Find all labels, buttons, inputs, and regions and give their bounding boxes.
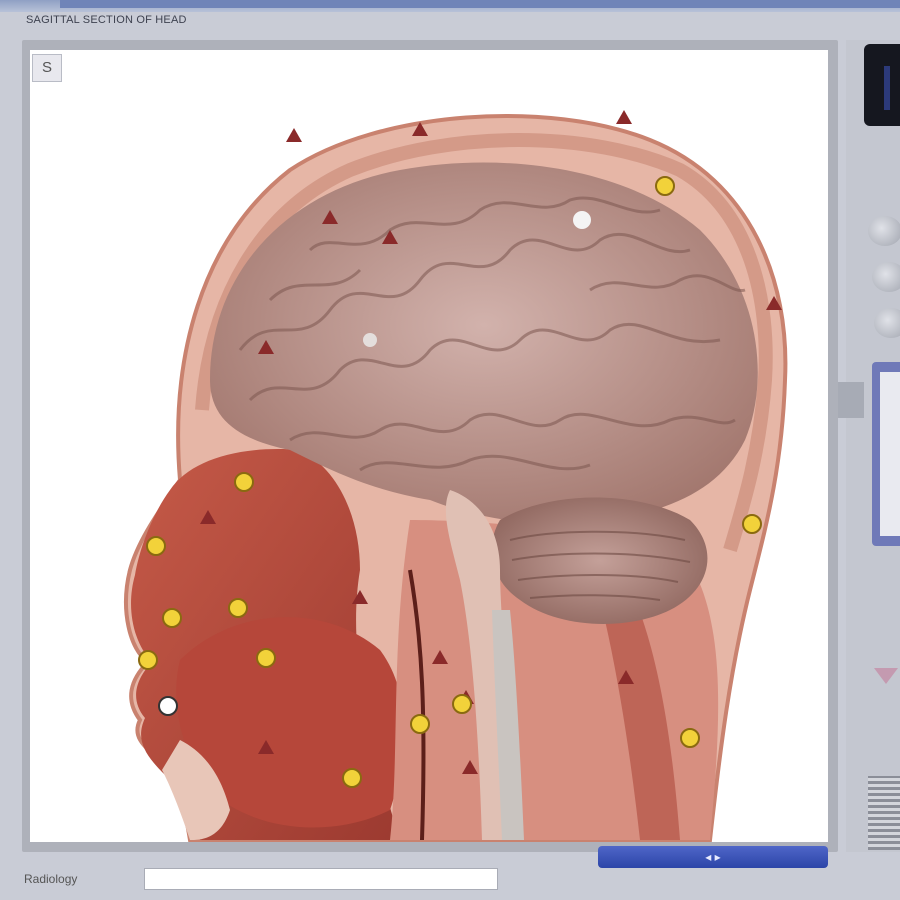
round-control-button[interactable] xyxy=(874,308,900,338)
preview-monitor-accent xyxy=(884,66,890,110)
triangle-icon[interactable] xyxy=(874,668,898,684)
yellow-marker[interactable] xyxy=(228,598,248,618)
window-title: SAGITTAL SECTION OF HEAD xyxy=(26,14,187,26)
grid-icon[interactable] xyxy=(868,776,900,850)
navigation-button[interactable]: ◂ ▸ xyxy=(598,846,828,868)
triangle-marker[interactable] xyxy=(616,110,632,124)
status-text-field[interactable] xyxy=(144,868,498,890)
round-control-button[interactable] xyxy=(872,262,900,292)
title-bar-band xyxy=(60,0,900,8)
yellow-marker[interactable] xyxy=(234,472,254,492)
yellow-marker[interactable] xyxy=(256,648,276,668)
white-marker[interactable] xyxy=(158,696,178,716)
yellow-marker[interactable] xyxy=(146,536,166,556)
yellow-marker[interactable] xyxy=(410,714,430,734)
white-marker[interactable] xyxy=(573,211,591,229)
round-control-button[interactable] xyxy=(868,216,900,246)
yellow-marker[interactable] xyxy=(680,728,700,748)
side-panel-list[interactable] xyxy=(880,372,900,536)
title-bar xyxy=(0,0,900,12)
yellow-marker[interactable] xyxy=(452,694,472,714)
preview-monitor xyxy=(864,44,900,126)
yellow-marker[interactable] xyxy=(742,514,762,534)
white-marker[interactable] xyxy=(363,333,377,347)
triangle-marker[interactable] xyxy=(286,128,302,142)
view-toggle-button[interactable]: S xyxy=(32,54,62,82)
yellow-marker[interactable] xyxy=(138,650,158,670)
side-panel-notch xyxy=(838,382,864,418)
yellow-marker[interactable] xyxy=(162,608,182,628)
status-label: Radiology xyxy=(24,872,78,886)
yellow-marker[interactable] xyxy=(342,768,362,788)
yellow-marker[interactable] xyxy=(655,176,675,196)
head-sagittal-section-image xyxy=(124,110,788,842)
